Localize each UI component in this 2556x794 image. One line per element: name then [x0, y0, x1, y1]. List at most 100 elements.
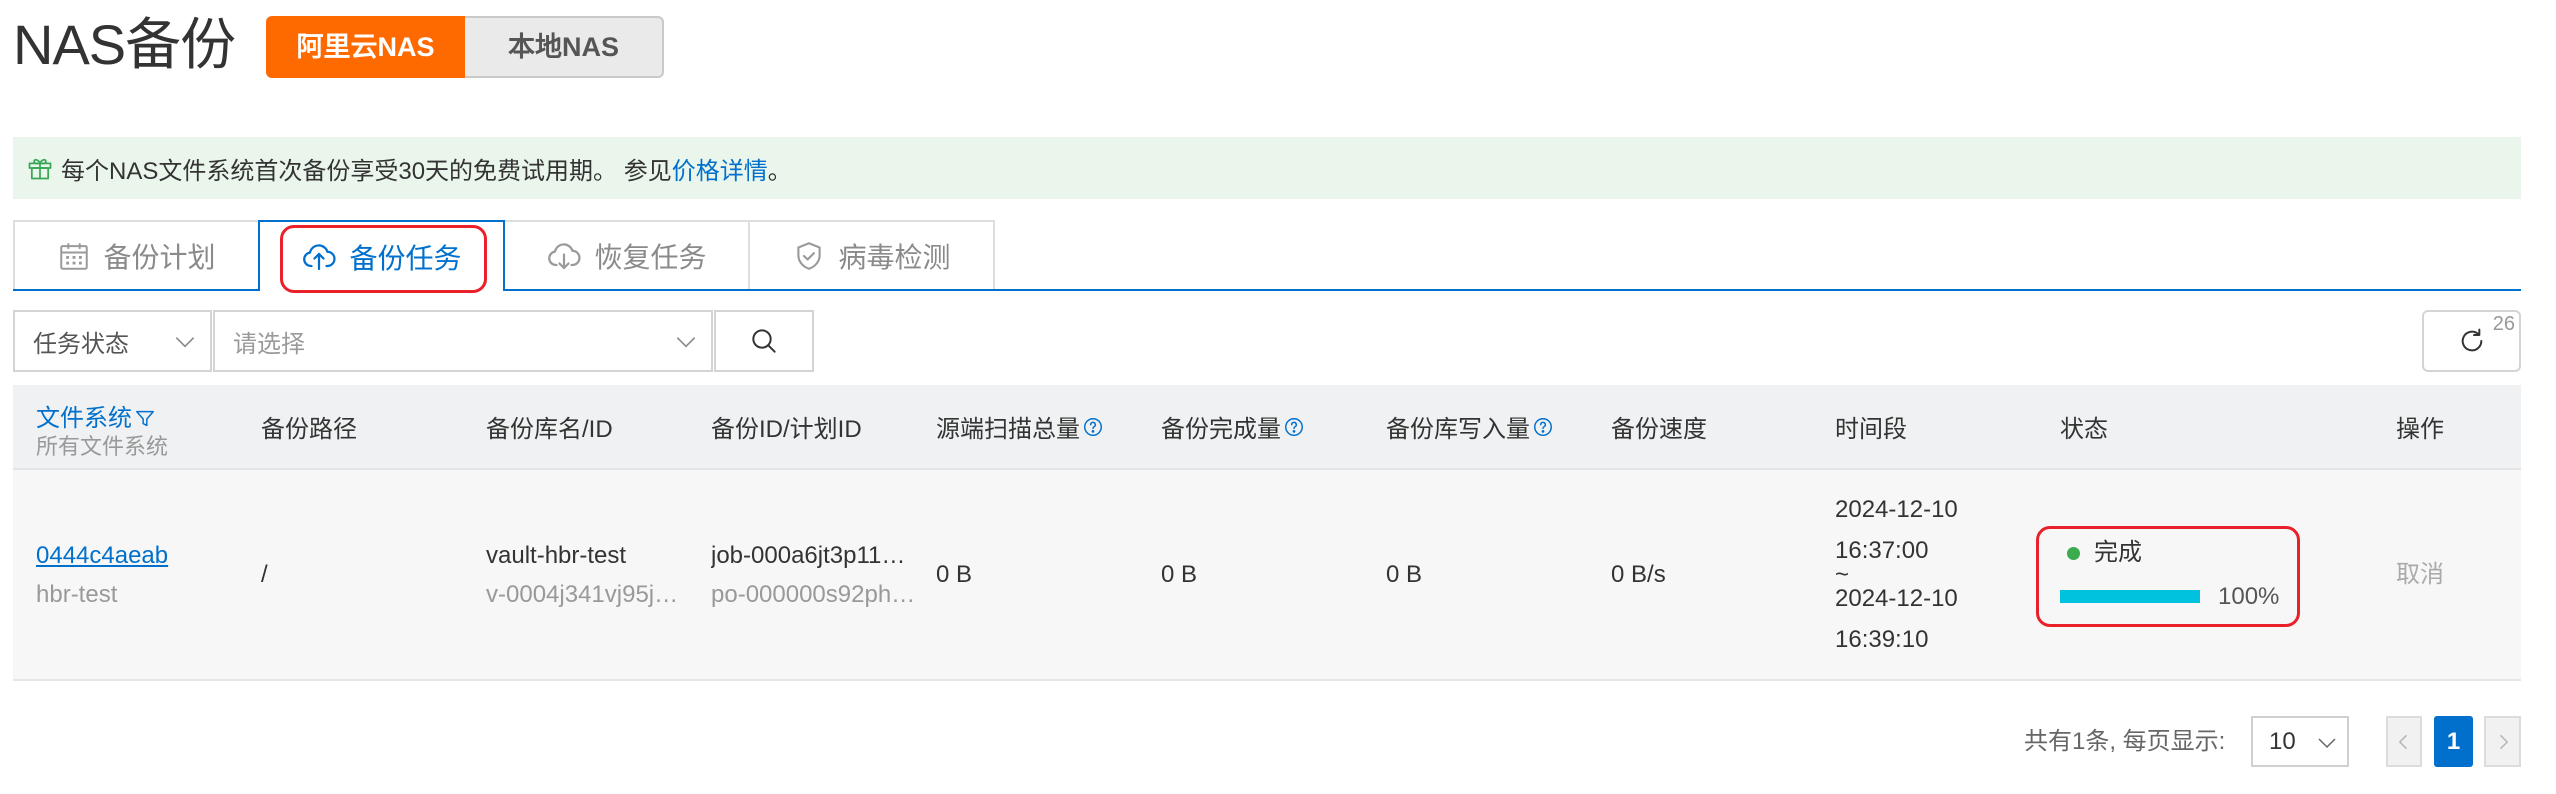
- file-system-id-link[interactable]: 0444c4aeab: [36, 536, 249, 575]
- column-label: 源端扫描总量: [936, 416, 1080, 443]
- tab-label: 备份计划: [103, 241, 216, 273]
- column-time-range: 时间段: [1835, 385, 2060, 468]
- column-backup-speed: 备份速度: [1611, 385, 1835, 468]
- tab-backup-plan[interactable]: 备份计划: [13, 220, 260, 289]
- page-size-value: 10: [2269, 727, 2296, 755]
- cell-file-system: 0444c4aeab hbr-test: [36, 470, 261, 679]
- column-actions: 操作: [2396, 385, 2521, 468]
- search-icon: [748, 325, 780, 357]
- toggle-aliyun-nas[interactable]: 阿里云NAS: [266, 16, 465, 78]
- job-id: job-000a6jt3p11…: [711, 541, 906, 569]
- chevron-down-icon: [172, 329, 198, 355]
- column-backup-completed: 备份完成量: [1161, 385, 1386, 468]
- plan-id: po-000000s92ph…: [711, 580, 916, 608]
- column-label: 操作: [2396, 416, 2444, 443]
- cell-time-range: 2024-12-10 16:37:00 ~ 2024-12-10 16:39:1…: [1835, 470, 2060, 679]
- cell-vault: vault-hbr-test v-0004j341vj95j…: [486, 470, 711, 679]
- help-icon[interactable]: [1532, 416, 1554, 438]
- progress-text: 100%: [2218, 582, 2280, 610]
- column-label: 备份路径: [261, 416, 357, 443]
- vault-id: v-0004j341vj95j…: [486, 580, 679, 608]
- gift-icon: [26, 154, 54, 182]
- tab-label: 备份任务: [349, 242, 462, 274]
- column-sub-label: 所有文件系统: [36, 433, 169, 459]
- tab-virus-scan[interactable]: 病毒检测: [748, 220, 995, 289]
- toggle-local-nas[interactable]: 本地NAS: [465, 16, 664, 78]
- chevron-right-icon: [2493, 731, 2513, 753]
- status-dot: [2067, 546, 2080, 560]
- cell-status: 完成 100%: [2060, 470, 2396, 679]
- backup-path: /: [261, 561, 268, 588]
- task-status-placeholder: 请选择: [233, 330, 305, 358]
- chevron-down-icon: [2315, 731, 2339, 755]
- cloud-download-icon: [546, 238, 582, 274]
- cell-backup-completed: 0 B: [1161, 470, 1386, 679]
- refresh-countdown: 26: [2492, 313, 2515, 335]
- column-source-scanned: 源端扫描总量: [936, 385, 1161, 468]
- column-label: 状态: [2060, 416, 2108, 443]
- tab-backup-tasks[interactable]: 备份任务: [258, 220, 505, 291]
- pagination-summary: 共有1条, 每页显示:: [2024, 728, 2226, 755]
- task-status-value-select[interactable]: 请选择: [213, 310, 713, 372]
- filter-icon[interactable]: [134, 408, 156, 430]
- end-time: 16:39:10: [1835, 626, 1929, 653]
- help-icon[interactable]: [1082, 416, 1104, 438]
- task-field-select[interactable]: 任务状态: [13, 310, 212, 372]
- tab-restore-tasks[interactable]: 恢复任务: [503, 220, 750, 289]
- cell-vault-written: 0 B: [1386, 470, 1611, 679]
- column-label: 文件系统: [36, 404, 132, 432]
- tab-label: 病毒检测: [838, 241, 951, 273]
- refresh-button[interactable]: 26: [2422, 310, 2521, 372]
- column-backup-path: 备份路径: [261, 385, 486, 468]
- cell-actions: 取消: [2396, 470, 2521, 679]
- help-icon[interactable]: [1283, 416, 1305, 438]
- column-vault-written: 备份库写入量: [1386, 385, 1611, 468]
- cell-job-plan-id: job-000a6jt3p11… po-000000s92ph…: [711, 470, 936, 679]
- time-separator: ~: [1835, 561, 1850, 588]
- start-date: 2024-12-10: [1835, 496, 1958, 523]
- nas-type-toggle: 阿里云NAS 本地NAS: [266, 16, 664, 78]
- table-header: 文件系统 所有文件系统 备份路径 备份库名/ID 备份ID/计划ID 源端扫描总…: [13, 385, 2521, 470]
- chevron-left-icon: [2394, 731, 2414, 753]
- task-tabs: 备份计划 备份任务 恢复任务 病毒检测: [13, 220, 1003, 291]
- vault-name: vault-hbr-test: [486, 541, 627, 569]
- end-date: 2024-12-10: [1835, 585, 1958, 612]
- task-field-select-value: 任务状态: [33, 330, 129, 358]
- refresh-icon: [2456, 325, 2488, 357]
- column-job-plan-id: 备份ID/计划ID: [711, 385, 936, 468]
- vault-written-value: 0 B: [1386, 561, 1423, 588]
- backup-speed-value: 0 B/s: [1611, 561, 1666, 588]
- calendar-icon: [57, 239, 91, 273]
- cloud-upload-icon: [301, 239, 337, 275]
- page-button-current[interactable]: 1: [2434, 716, 2473, 767]
- column-label: 备份库写入量: [1386, 416, 1530, 443]
- file-system-name: hbr-test: [36, 580, 118, 608]
- column-file-system[interactable]: 文件系统 所有文件系统: [36, 385, 261, 468]
- prev-page-button[interactable]: [2386, 716, 2422, 767]
- table-row: 0444c4aeab hbr-test / vault-hbr-test v-0…: [13, 470, 2521, 681]
- tab-label: 恢复任务: [594, 241, 707, 273]
- search-button[interactable]: [714, 310, 814, 372]
- column-vault: 备份库名/ID: [486, 385, 711, 468]
- column-label: 备份ID/计划ID: [711, 416, 862, 443]
- column-label: 备份速度: [1611, 416, 1707, 443]
- cell-backup-speed: 0 B/s: [1611, 470, 1835, 679]
- source-scanned-value: 0 B: [936, 561, 973, 588]
- banner-suffix: 。: [767, 157, 792, 185]
- cancel-button[interactable]: 取消: [2396, 555, 2509, 594]
- status-label: 完成: [2094, 539, 2142, 566]
- chevron-down-icon: [673, 329, 699, 355]
- progress-bar-fill: [2060, 589, 2200, 603]
- backup-completed-value: 0 B: [1161, 561, 1198, 588]
- column-status: 状态: [2060, 385, 2396, 468]
- cell-source-scanned: 0 B: [936, 470, 1161, 679]
- banner-text: 每个NAS文件系统首次备份享受30天的免费试用期。 参见: [61, 157, 672, 185]
- shield-check-icon: [792, 239, 826, 273]
- cell-backup-path: /: [261, 470, 486, 679]
- page-title: NAS备份: [13, 13, 236, 76]
- start-time: 16:37:00: [1835, 537, 1929, 564]
- page-size-select[interactable]: 10: [2251, 716, 2349, 767]
- next-page-button[interactable]: [2484, 716, 2521, 767]
- column-label: 备份库名/ID: [486, 416, 613, 443]
- pricing-details-link[interactable]: 价格详情: [672, 151, 768, 186]
